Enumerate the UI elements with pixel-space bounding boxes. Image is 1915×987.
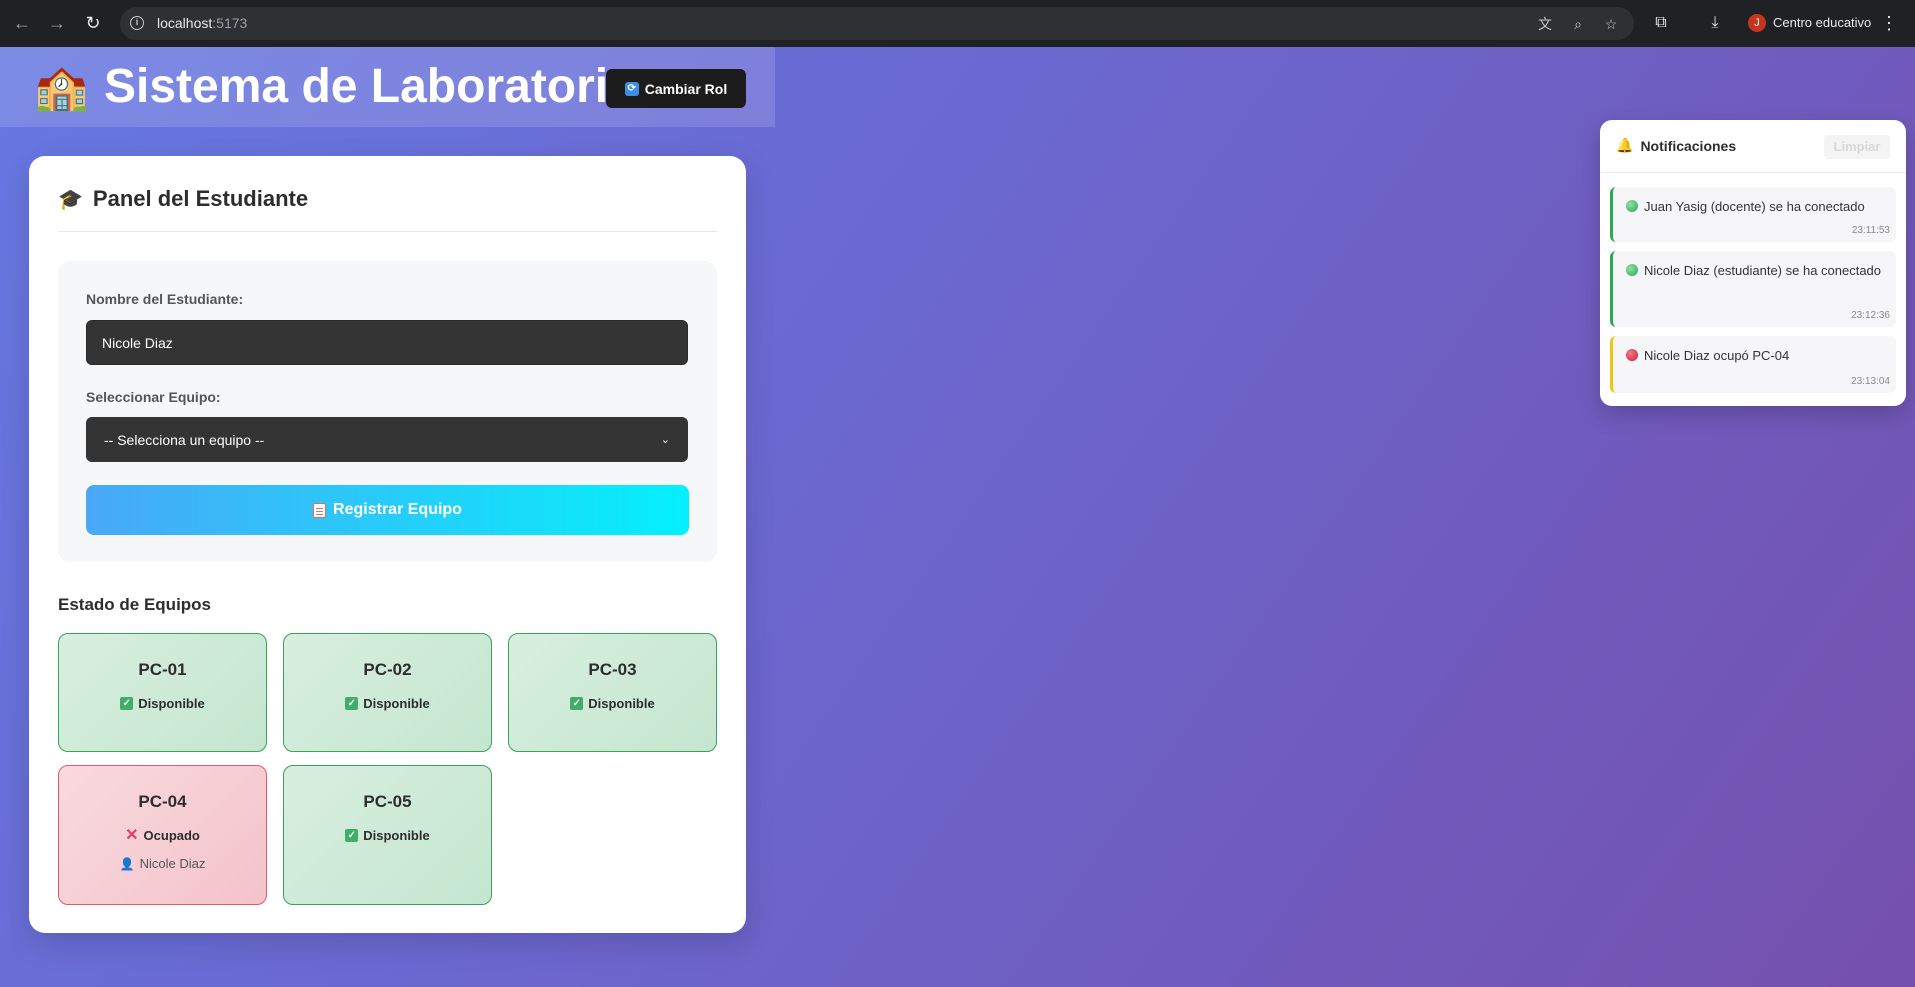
equipment-status: ✓ Disponible [59,696,266,711]
menu-icon[interactable]: ⋮ [1880,12,1898,34]
equipment-card[interactable]: PC-04 ✕ Ocupado 👤 Nicole Diaz [58,765,267,905]
green-circle-icon [1626,200,1638,212]
equipment-select-label: Seleccionar Equipo: [86,389,221,405]
student-name-input[interactable] [86,320,688,365]
equipment-status-title: Estado de Equipos [58,595,212,614]
equipment-name: PC-04 [138,792,187,811]
equipment-card[interactable]: PC-03 ✓ Disponible [508,633,717,752]
back-icon[interactable]: ← [11,12,33,34]
equipment-name: PC-01 [138,660,187,679]
equipment-select-value: -- Selecciona un equipo -- [104,431,265,448]
change-role-label: Cambiar Rol [644,80,728,97]
notification-time: 23:12:36 [1851,310,1890,321]
red-circle-icon [1626,349,1638,361]
refresh-icon: ⟳ [624,81,639,96]
student-panel: 🎓 Panel del Estudiante Nombre del Estudi… [29,156,746,933]
equipment-status-label: Disponible [363,696,430,711]
equipment-status: ✕ Ocupado [59,827,266,844]
notifications-heading: 🔔 Notificaciones [1616,137,1736,154]
equipment-status-label: Disponible [138,696,205,711]
divider [58,231,717,232]
notification-item: Nicole Diaz (estudiante) se ha conectado… [1610,251,1896,327]
equipment-status-label: Disponible [588,696,655,711]
equipment-user: 👤 Nicole Diaz [59,856,266,871]
profile-avatar[interactable]: J [1748,14,1766,32]
notification-item: Nicole Diaz ocupó PC-04 23:13:04 [1610,336,1896,393]
extensions-icon[interactable]: ⧉ [1650,12,1672,34]
memo-icon [313,502,327,518]
notification-text: Juan Yasig (docente) se ha conectado [1626,196,1884,217]
notification-time: 23:11:53 [1851,225,1890,236]
divider [1600,172,1906,173]
equipment-status-label: Disponible [363,828,430,843]
panel-heading: 🎓 Panel del Estudiante [58,186,308,212]
equipment-name: PC-03 [588,660,637,679]
check-icon: ✓ [570,697,584,710]
notifications-panel: 🔔 Notificaciones Limpiar Juan Yasig (doc… [1600,120,1906,406]
check-icon: ✓ [120,697,134,710]
panel-title: Panel del Estudiante [92,186,309,211]
notification-time: 23:13:04 [1851,376,1890,387]
chevron-down-icon: ⌄ [660,434,670,446]
reload-icon[interactable]: ↻ [82,12,104,34]
green-circle-icon [1626,264,1638,276]
check-icon: ✓ [345,829,359,842]
equipment-card[interactable]: PC-02 ✓ Disponible [283,633,492,752]
user-icon: 👤 [119,856,135,871]
school-icon: 🏫 [34,63,89,112]
equipment-name: PC-02 [363,660,412,679]
registration-form: Nombre del Estudiante: Seleccionar Equip… [58,261,717,562]
equipment-status-label: Ocupado [143,828,200,843]
bookmark-star-icon[interactable]: ☆ [1602,15,1620,33]
equipment-name: PC-05 [363,792,412,811]
register-equipment-label: Registrar Equipo [333,501,462,518]
address-bar[interactable]: i localhost:5173 文 ⌕ ☆ [120,7,1634,40]
clear-notifications-button[interactable]: Limpiar [1824,135,1890,159]
equipment-card[interactable]: PC-05 ✓ Disponible [283,765,492,905]
notifications-title: Notificaciones [1640,137,1737,154]
equipment-status: ✓ Disponible [509,696,716,711]
notification-text: Nicole Diaz ocupó PC-04 [1626,345,1884,366]
equipment-card[interactable]: PC-01 ✓ Disponible [58,633,267,752]
forward-icon[interactable]: → [46,12,68,34]
app-title: Sistema de Laboratorio [104,60,638,113]
zoom-icon[interactable]: ⌕ [1569,15,1587,33]
equipment-user-name: Nicole Diaz [139,856,206,871]
equipment-status: ✓ Disponible [284,696,491,711]
student-name-label: Nombre del Estudiante: [86,291,244,307]
app-header: 🏫 Sistema de Laboratorio ⟳ Cambiar Rol [0,47,775,127]
equipment-status: ✓ Disponible [284,828,491,843]
check-icon: ✓ [345,697,359,710]
profile-name[interactable]: Centro educativo [1773,15,1871,30]
cross-icon: ✕ [125,827,139,844]
register-equipment-button[interactable]: Registrar Equipo [86,485,689,535]
site-info-icon[interactable]: i [130,16,144,30]
browser-toolbar: ← → ↻ i localhost:5173 文 ⌕ ☆ ⧉ ⤓ J Centr… [0,0,1915,47]
equipment-select[interactable]: -- Selecciona un equipo -- ⌄ [86,417,688,462]
change-role-button[interactable]: ⟳ Cambiar Rol [606,69,746,108]
url-text[interactable]: localhost:5173 [157,15,247,31]
download-icon[interactable]: ⤓ [1704,12,1726,34]
notification-item: Juan Yasig (docente) se ha conectado 23:… [1610,187,1896,242]
graduation-cap-icon: 🎓 [58,188,83,211]
bell-icon: 🔔 [1616,137,1634,153]
translate-icon[interactable]: 文 [1536,15,1554,33]
notification-text: Nicole Diaz (estudiante) se ha conectado [1626,260,1884,281]
